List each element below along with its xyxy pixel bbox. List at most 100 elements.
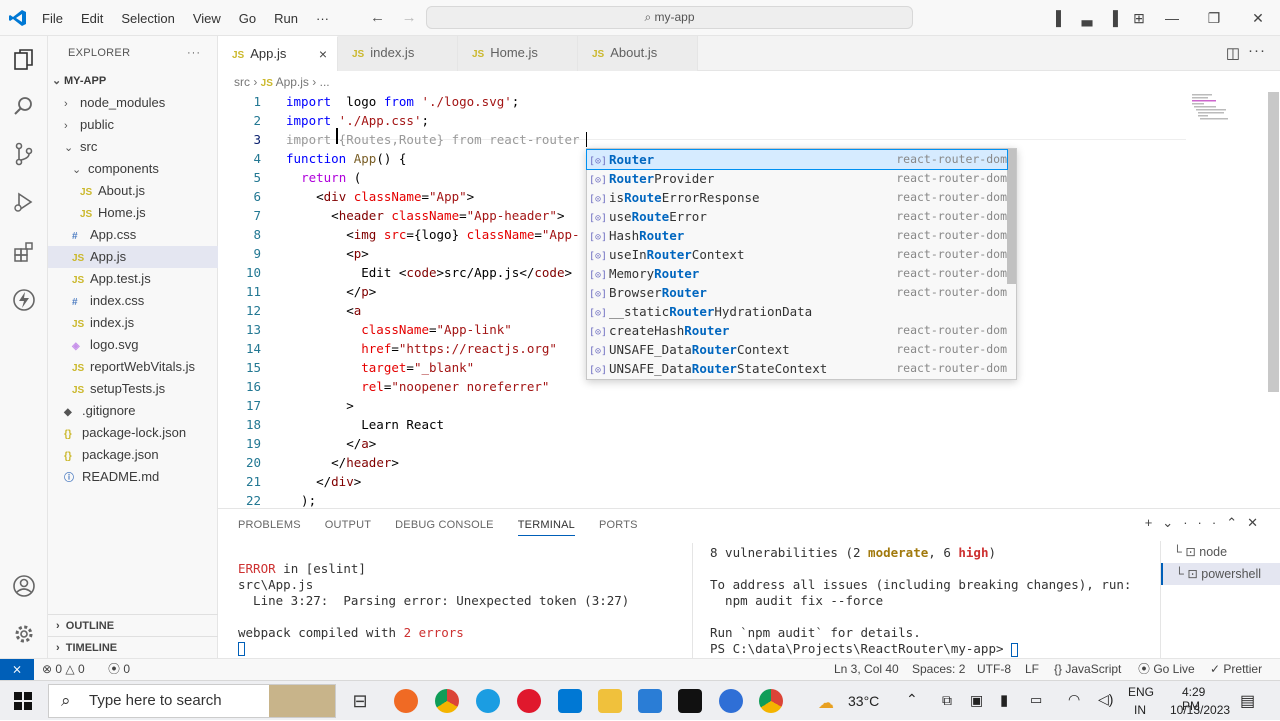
chevron-up-icon[interactable]: ⌃ — [906, 691, 918, 708]
prettier-status[interactable]: ✓ Prettier — [1210, 659, 1262, 680]
tree-file[interactable]: JS App.js — [48, 246, 218, 268]
toggle-sidebar-icon[interactable]: ▌ — [1048, 10, 1074, 26]
terminal-powershell[interactable]: └ ⊡ powershell — [1161, 563, 1280, 585]
task-view-icon[interactable]: ⊟ — [348, 689, 372, 713]
menu-item[interactable]: ··· — [316, 11, 329, 26]
forward-arrow-icon[interactable]: → — [402, 9, 417, 26]
tab-terminal[interactable]: TERMINAL — [517, 519, 575, 536]
suggestions-scrollbar[interactable] — [1007, 149, 1016, 284]
tree-file[interactable]: JS About.js — [48, 180, 218, 202]
end-of-line[interactable]: LF — [1025, 659, 1039, 680]
project-root[interactable]: ⌄ MY-APP — [48, 70, 218, 92]
suggestion-item[interactable]: [⊙] BrowserRouter react-router-dom — [587, 283, 1007, 302]
tree-file[interactable]: # index.css — [48, 290, 218, 312]
remote-icon[interactable]: ⨯ — [0, 659, 34, 680]
app-icon-orange[interactable] — [394, 689, 418, 713]
file-explorer-icon[interactable] — [598, 689, 622, 713]
toggle-secondary-sidebar-icon[interactable]: ▐ — [1100, 10, 1126, 26]
tab-app-js[interactable]: JS App.js × — [218, 36, 338, 71]
suggestion-item[interactable]: [⊙] useRouteError react-router-dom — [587, 207, 1007, 226]
suggestion-item[interactable]: [⊙] UNSAFE_DataRouterStateContext react-ro… — [587, 359, 1007, 378]
tree-folder[interactable]: ⌄ components — [48, 158, 218, 180]
run-debug-icon[interactable] — [10, 188, 38, 216]
new-terminal-icon[interactable]: +⌄ — [1145, 515, 1183, 530]
tree-file[interactable]: JS index.js — [48, 312, 218, 334]
restore-button[interactable]: ❐ — [1192, 10, 1236, 27]
minimap[interactable] — [1186, 92, 1270, 152]
more-icon[interactable]: ··· — [1183, 515, 1226, 530]
opera-icon[interactable] — [517, 689, 541, 713]
split-editor-icon[interactable]: ◫ — [1226, 44, 1240, 62]
explorer-icon[interactable] — [10, 46, 38, 74]
mail-icon[interactable] — [638, 689, 662, 713]
suggestion-item[interactable]: [⊙] isRouteErrorResponse react-router-dom — [587, 188, 1007, 207]
suggestion-item[interactable]: [⊙] __staticRouterHydrationData — [587, 302, 1007, 321]
suggestion-item[interactable]: [⊙] HashRouter react-router-dom — [587, 226, 1007, 245]
breadcrumb-symbol[interactable]: ... — [320, 75, 330, 89]
tab-home-js[interactable]: JS Home.js — [458, 36, 578, 71]
menu-item[interactable]: Selection — [121, 11, 174, 26]
close-panel-icon[interactable]: ✕ — [1247, 515, 1268, 530]
extensions-icon[interactable] — [10, 238, 38, 266]
suggestion-item[interactable]: [⊙] MemoryRouter react-router-dom — [587, 264, 1007, 283]
tab-output[interactable]: OUTPUT — [325, 519, 371, 531]
menu-item[interactable]: View — [193, 11, 221, 26]
tray-app-icon-2[interactable]: ▣ — [970, 692, 983, 709]
search-icon[interactable] — [10, 92, 38, 120]
tree-file[interactable]: JS Home.js — [48, 202, 218, 224]
go-live-button[interactable]: ⦿ Go Live — [1138, 659, 1195, 680]
tree-file[interactable]: # App.css — [48, 224, 218, 246]
cursor-position[interactable]: Ln 3, Col 40 — [834, 659, 899, 680]
tree-file[interactable]: JS reportWebVitals.js — [48, 356, 218, 378]
editor-scrollbar[interactable] — [1268, 92, 1279, 392]
close-tab-icon[interactable]: × — [319, 37, 327, 71]
menu-item[interactable]: Run — [274, 11, 298, 26]
suggestion-item[interactable]: [⊙] RouterProvider react-router-dom — [587, 169, 1007, 188]
tree-folder[interactable]: ⌄ src — [48, 136, 218, 158]
terminal-node[interactable]: └ ⊡ node — [1161, 541, 1280, 563]
toggle-panel-icon[interactable]: ▃ — [1074, 10, 1100, 27]
weather-icon[interactable]: ☁ — [818, 693, 834, 713]
terminal-split-divider[interactable] — [692, 543, 693, 659]
breadcrumb-file[interactable]: App.js — [276, 75, 309, 89]
account-icon[interactable] — [10, 572, 38, 600]
app-icon-blue[interactable] — [719, 689, 743, 713]
language-mode[interactable]: {} JavaScript — [1054, 659, 1121, 680]
tab-problems[interactable]: PROBLEMS — [238, 519, 301, 531]
suggestion-item[interactable]: [⊙] Router react-router-dom — [586, 149, 1008, 170]
settings-gear-icon[interactable] — [10, 620, 38, 648]
minimize-button[interactable]: — — [1152, 10, 1192, 26]
region-indicator[interactable]: IN — [1134, 703, 1146, 717]
problems-status[interactable]: ⊗ 0 △ 0 — [42, 659, 85, 680]
weather-temp[interactable]: 33°C — [848, 693, 879, 709]
edge-icon[interactable] — [476, 689, 500, 713]
suggestion-item[interactable]: [⊙] UNSAFE_DataRouterContext react-router-… — [587, 340, 1007, 359]
wifi-icon[interactable]: ◠ — [1068, 691, 1080, 708]
menu-item[interactable]: Go — [239, 11, 256, 26]
tree-file[interactable]: JS App.test.js — [48, 268, 218, 290]
microphone-icon[interactable]: ▮ — [1000, 691, 1008, 709]
tray-app-icon[interactable]: ⧉ — [942, 692, 952, 709]
tree-file[interactable]: ◆ .gitignore — [48, 400, 218, 422]
customize-layout-icon[interactable]: ⊞ — [1126, 10, 1152, 27]
suggestion-item[interactable]: [⊙] useInRouterContext react-router-dom — [587, 245, 1007, 264]
tab-debug-console[interactable]: DEBUG CONSOLE — [395, 519, 494, 531]
windows-start-icon[interactable] — [14, 692, 32, 710]
clock-date[interactable]: 10/13/2023 — [1170, 703, 1230, 717]
tab-about-js[interactable]: JS About.js — [578, 36, 698, 71]
command-center[interactable]: ⌕ my-app — [426, 6, 913, 29]
menu-item[interactable]: File — [42, 11, 63, 26]
tree-file[interactable]: ◈ logo.svg — [48, 334, 218, 356]
ports-status[interactable]: ⦿ 0 — [108, 659, 130, 680]
tree-file[interactable]: {} package.json — [48, 444, 218, 466]
more-actions-icon[interactable]: ··· — [1248, 42, 1266, 59]
chrome-icon-2[interactable] — [759, 689, 783, 713]
tree-file[interactable]: ⓘ README.md — [48, 466, 218, 488]
close-button[interactable]: ✕ — [1236, 10, 1280, 27]
breadcrumb-folder[interactable]: src — [234, 75, 250, 89]
encoding[interactable]: UTF-8 — [977, 659, 1011, 680]
indentation[interactable]: Spaces: 2 — [912, 659, 965, 680]
timeline-section[interactable]: › TIMELINE — [48, 636, 218, 658]
taskbar-search[interactable]: ⌕ Type here to search — [48, 684, 336, 718]
menu-item[interactable]: Edit — [81, 11, 103, 26]
